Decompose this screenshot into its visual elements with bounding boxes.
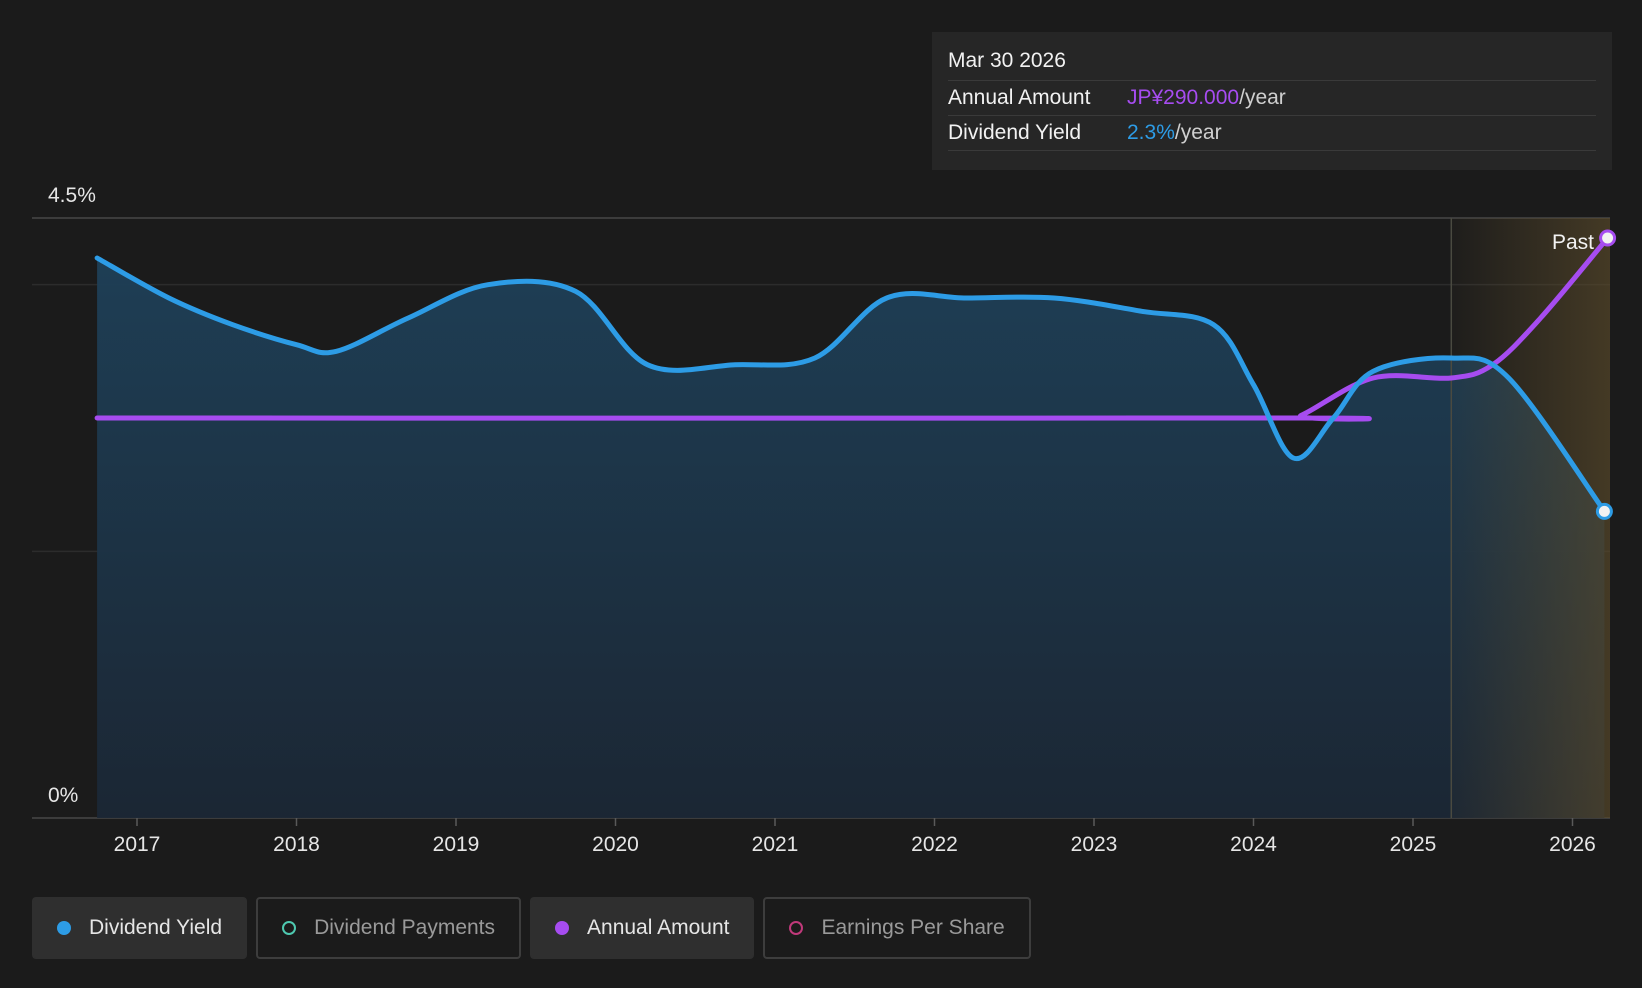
x-axis-tick-label: 2022 bbox=[911, 833, 958, 856]
legend-label: Dividend Payments bbox=[314, 916, 496, 939]
legend-label: Annual Amount bbox=[587, 916, 730, 939]
y-axis-bottom-label: 0% bbox=[48, 784, 78, 807]
tooltip-date: Mar 30 2026 bbox=[948, 46, 1596, 81]
dividend-yield-end-marker bbox=[1595, 502, 1613, 520]
x-axis-tick-label: 2020 bbox=[592, 833, 639, 856]
tooltip-unit: /year bbox=[1239, 86, 1286, 109]
tooltip-row-annual-amount: Annual Amount JP¥290.000/year bbox=[948, 81, 1596, 116]
tooltip-row-dividend-yield: Dividend Yield 2.3%/year bbox=[948, 116, 1596, 151]
dividend-yield-area bbox=[97, 258, 1605, 818]
x-axis-tick-label: 2017 bbox=[114, 833, 161, 856]
legend-toggle-dividend-yield[interactable]: Dividend Yield bbox=[32, 897, 248, 959]
x-axis-tick-label: 2024 bbox=[1230, 833, 1277, 856]
y-axis-top-label: 4.5% bbox=[48, 184, 96, 207]
legend-label: Dividend Yield bbox=[89, 916, 223, 939]
x-axis-tick-label: 2026 bbox=[1549, 833, 1596, 856]
legend-toggle-annual-amount[interactable]: Annual Amount bbox=[530, 897, 755, 959]
x-axis-tick-label: 2023 bbox=[1071, 833, 1118, 856]
legend-toggle-earnings-per-share[interactable]: Earnings Per Share bbox=[763, 897, 1031, 959]
x-axis-tick-label: 2021 bbox=[752, 833, 799, 856]
legend-dot-icon bbox=[789, 921, 804, 935]
legend-dot-icon bbox=[555, 921, 570, 935]
past-label: Past bbox=[1552, 231, 1594, 254]
legend-toggle-dividend-payments[interactable]: Dividend Payments bbox=[256, 897, 522, 959]
x-axis-tick-label: 2018 bbox=[273, 833, 320, 856]
tooltip-label: Annual Amount bbox=[948, 86, 1091, 109]
past-region bbox=[1451, 218, 1610, 818]
x-axis-tick-label: 2025 bbox=[1390, 833, 1437, 856]
legend-dot-icon bbox=[57, 921, 71, 935]
tooltip-value: JP¥290.000 bbox=[1127, 86, 1240, 109]
legend-label: Earnings Per Share bbox=[821, 916, 1005, 939]
legend-dot-icon bbox=[282, 921, 297, 935]
x-axis-tick-label: 2019 bbox=[433, 833, 480, 856]
chart-legend: Dividend Yield Dividend Payments Annual … bbox=[32, 897, 1031, 959]
hover-tooltip: Mar 30 2026 Annual Amount JP¥290.000/yea… bbox=[932, 32, 1612, 170]
tooltip-value: 2.3% bbox=[1127, 121, 1175, 144]
annual-amount-end-marker bbox=[1599, 229, 1617, 247]
tooltip-label: Dividend Yield bbox=[948, 121, 1082, 144]
tooltip-unit: /year bbox=[1174, 121, 1222, 144]
